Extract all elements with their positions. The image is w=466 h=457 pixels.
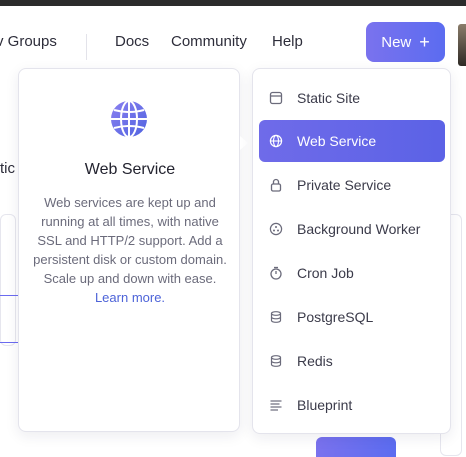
- new-service-menu: Static Site Web Service Private Service …: [252, 68, 451, 434]
- menu-item-label: Web Service: [297, 133, 377, 149]
- menu-item-label: Background Worker: [297, 221, 421, 237]
- service-info-card: Web Service Web services are kept up and…: [18, 68, 240, 432]
- background-input-underline-2: [0, 342, 20, 343]
- avatar[interactable]: [458, 24, 466, 66]
- card-description: Web services are kept up and running at …: [33, 193, 227, 307]
- menu-item-blueprint[interactable]: Blueprint: [259, 384, 445, 426]
- background-panel-left: [0, 214, 16, 346]
- lock-icon: [269, 178, 283, 192]
- stopwatch-icon: [269, 266, 283, 280]
- card-title: Web Service: [84, 161, 176, 178]
- worker-icon: [269, 222, 283, 236]
- static-site-icon: [269, 91, 283, 105]
- menu-item-label: Private Service: [297, 177, 392, 193]
- menu-item-background-worker[interactable]: Background Worker: [259, 208, 445, 250]
- globe-icon: [269, 134, 283, 148]
- nav-link-groups[interactable]: v Groups: [0, 33, 57, 50]
- menu-item-label: Cron Job: [297, 265, 354, 281]
- menu-item-label: Static Site: [297, 90, 361, 106]
- menu-item-redis[interactable]: Redis: [259, 340, 445, 382]
- blueprint-icon: [269, 398, 283, 412]
- card-pointer: [240, 136, 248, 150]
- card-description-text: Web services are kept up and running at …: [33, 195, 227, 286]
- database-icon: [269, 354, 283, 368]
- globe-icon: [109, 99, 149, 139]
- new-button-label: New: [381, 33, 412, 51]
- menu-item-label: Redis: [297, 353, 333, 369]
- menu-item-postgresql[interactable]: PostgreSQL: [259, 296, 445, 338]
- top-header: v Groups Docs Community Help New +: [0, 6, 466, 76]
- learn-more-link[interactable]: Learn more.: [95, 290, 165, 305]
- menu-item-cron-job[interactable]: Cron Job: [259, 252, 445, 294]
- nav-link-docs[interactable]: Docs: [115, 33, 149, 50]
- menu-item-web-service[interactable]: Web Service: [259, 120, 445, 162]
- database-icon: [269, 310, 283, 324]
- plus-icon: +: [419, 32, 430, 52]
- menu-item-static-site[interactable]: Static Site: [259, 77, 445, 119]
- nav-divider: [86, 34, 87, 60]
- nav-link-help[interactable]: Help: [272, 33, 303, 50]
- menu-item-private-service[interactable]: Private Service: [259, 164, 445, 206]
- nav-link-community[interactable]: Community: [171, 33, 247, 50]
- menu-item-label: PostgreSQL: [297, 309, 374, 325]
- new-button[interactable]: New +: [366, 22, 445, 62]
- menu-item-label: Blueprint: [297, 397, 353, 413]
- background-input-underline: [0, 295, 20, 296]
- background-button[interactable]: [316, 437, 396, 457]
